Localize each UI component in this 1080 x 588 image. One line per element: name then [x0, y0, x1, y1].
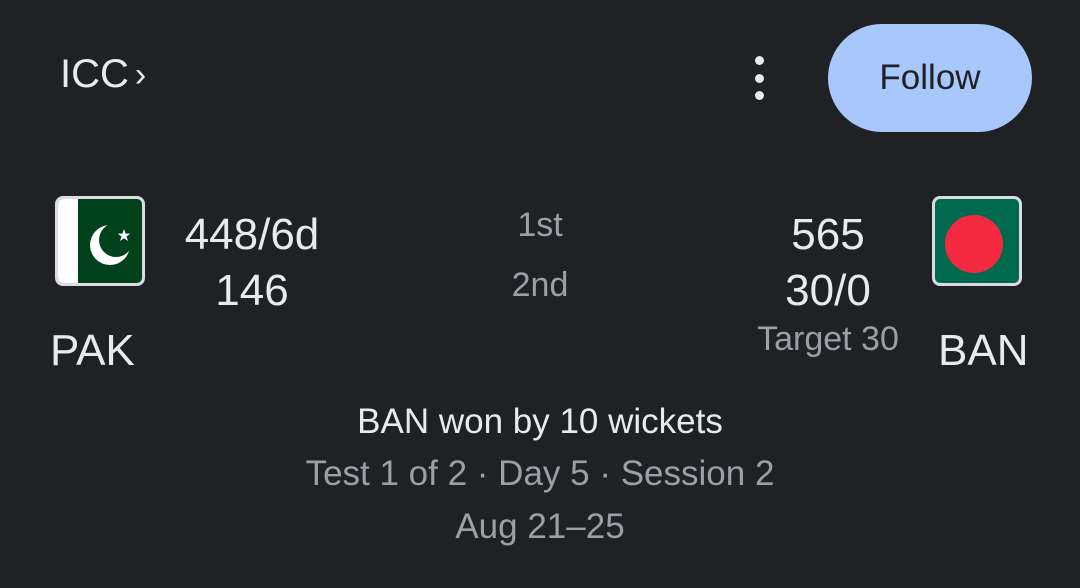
more-options-icon[interactable]: [740, 56, 778, 100]
match-details: Test 1 of 2 · Day 5 · Session 2: [305, 454, 775, 493]
team-code-pak: PAK: [50, 326, 135, 375]
follow-button[interactable]: Follow: [828, 24, 1032, 132]
target-text: Target 30: [757, 320, 899, 358]
match-dates: Aug 21–25: [455, 507, 625, 546]
bangladesh-flag-icon: [932, 196, 1022, 286]
match-result: BAN won by 10 wickets: [357, 402, 723, 441]
innings-label-1: 1st: [517, 206, 563, 244]
league-link[interactable]: ICC ›: [60, 52, 146, 97]
ban-score-innings-1: 565: [791, 210, 865, 259]
chevron-right-icon: ›: [134, 56, 147, 94]
pak-score-innings-2: 146: [215, 266, 289, 315]
ban-score-innings-2: 30/0: [785, 266, 871, 315]
pak-score-innings-1: 448/6d: [184, 210, 320, 259]
pakistan-flag-icon: [55, 196, 145, 286]
league-name: ICC: [60, 52, 129, 96]
innings-label-2: 2nd: [511, 266, 569, 304]
team-code-ban: BAN: [938, 326, 1029, 375]
